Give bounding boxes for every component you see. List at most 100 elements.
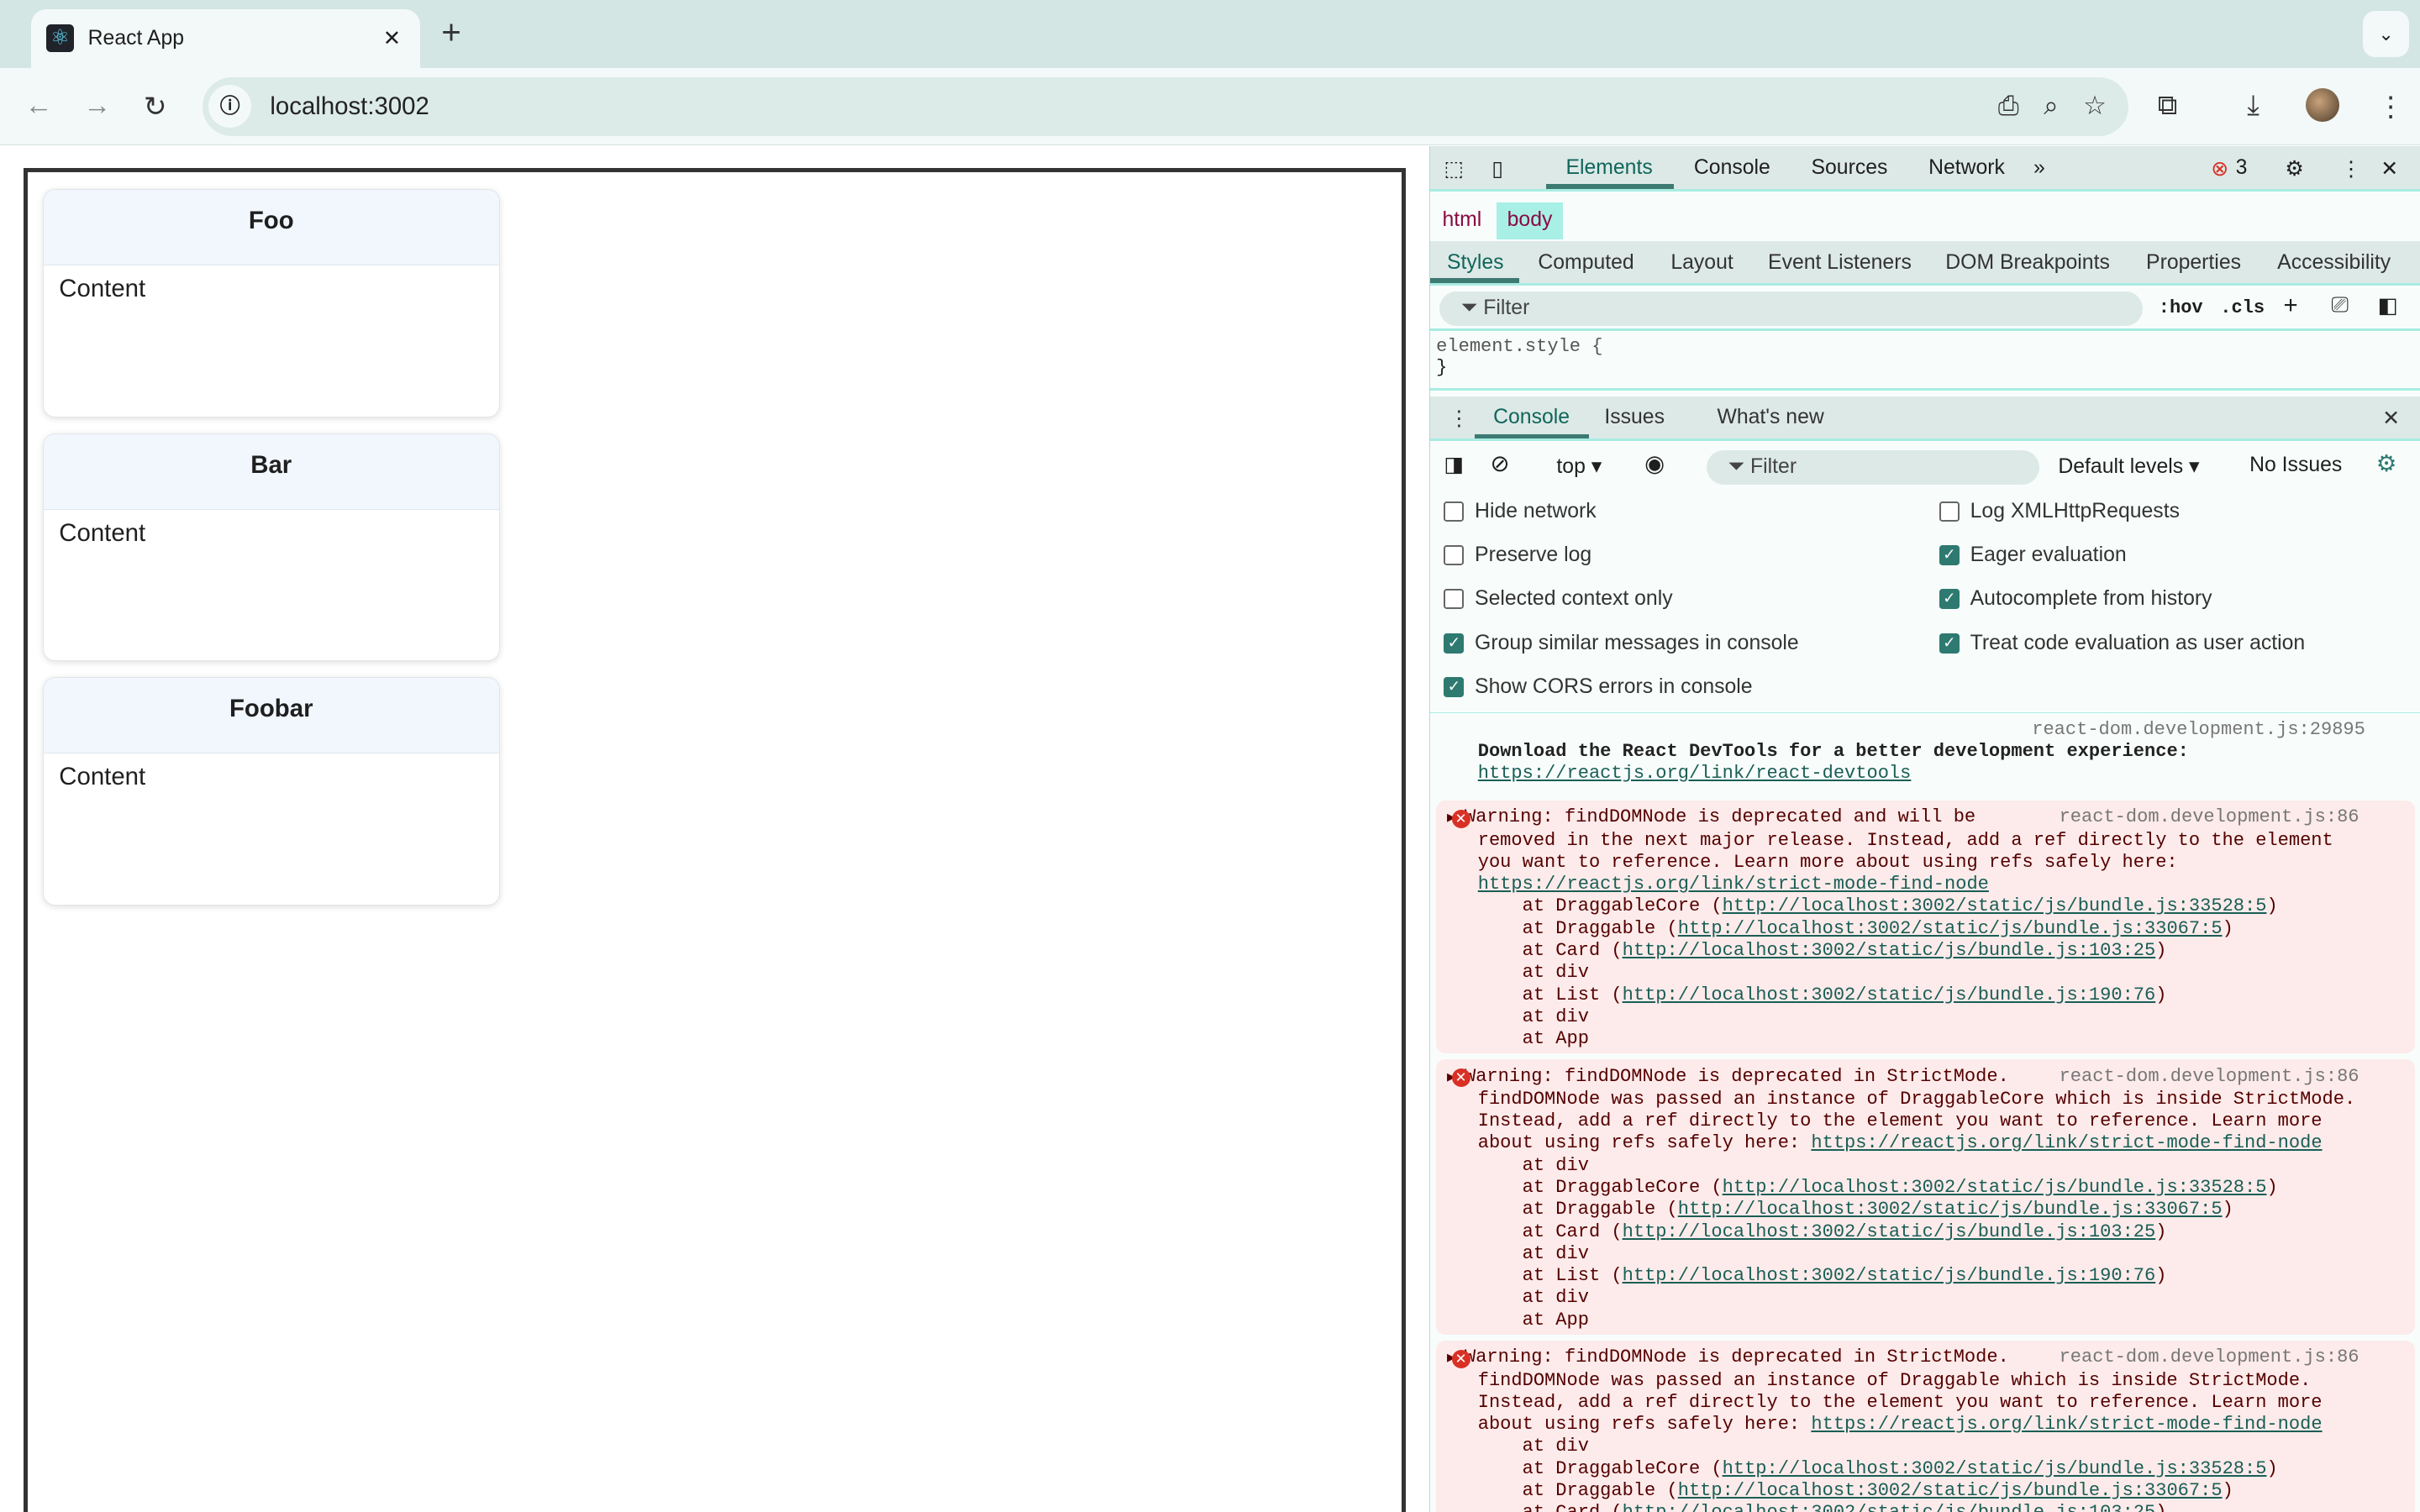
issues-count[interactable]: No Issues <box>2249 454 2342 477</box>
drawer-tab-whats-new[interactable]: What's new <box>1717 406 1823 429</box>
menu-icon[interactable]: ⋮ <box>2377 90 2405 123</box>
device-toolbar-icon[interactable]: ▯ <box>1491 156 1503 181</box>
star-icon[interactable]: ☆ <box>2083 91 2107 122</box>
card[interactable]: Foo Content <box>42 189 500 418</box>
console-error-message[interactable]: ✕ react-dom.development.js:86 ▶ Warning: fi… <box>1436 801 2415 1053</box>
new-tab-icon[interactable]: + <box>441 13 461 52</box>
close-tab-icon[interactable]: ✕ <box>380 26 404 51</box>
avatar[interactable] <box>2306 87 2340 123</box>
sidebar-icon[interactable]: ◨ <box>1444 452 1463 477</box>
eye-icon[interactable]: ◉ <box>1644 450 1665 477</box>
tab-styles[interactable]: Styles <box>1447 251 1503 275</box>
stack-link[interactable]: http://localhost:3002/static/js/bundle.j… <box>1623 984 2156 1005</box>
reload-icon[interactable]: ↻ <box>144 90 167 123</box>
console-option[interactable]: Log XMLHttpRequests <box>1939 500 2180 523</box>
close-drawer-icon[interactable]: ✕ <box>2382 406 2400 431</box>
tab-properties[interactable]: Properties <box>2146 251 2241 275</box>
checkbox[interactable]: ✓ <box>1939 545 1960 566</box>
stack-link[interactable]: http://localhost:3002/static/js/bundle.j… <box>1623 1221 2156 1242</box>
address-bar[interactable]: ⓘ localhost:3002 ⎙ ⌕ ☆ <box>202 76 2128 136</box>
sidebar-toggle-icon[interactable]: ◧ <box>2378 293 2398 318</box>
hov-button[interactable]: :hov <box>2159 297 2203 318</box>
styles-filter-input[interactable]: ⏷ Filter <box>1439 291 2144 326</box>
console-error-message[interactable]: ✕ react-dom.development.js:86 ▶ Warning: fi… <box>1436 1340 2415 1512</box>
card[interactable]: Bar Content <box>42 433 500 662</box>
console-link[interactable]: https://reactjs.org/link/strict-mode-fin… <box>1811 1414 2322 1435</box>
forward-icon[interactable]: → <box>83 90 111 122</box>
tab-console[interactable]: Console <box>1694 156 1770 180</box>
chevron-down-icon[interactable]: ⌄ <box>2363 10 2410 57</box>
drawer-tab-issues[interactable]: Issues <box>1604 406 1665 429</box>
console-option[interactable]: ✓ Treat code evaluation as user action <box>1939 632 2305 655</box>
stack-link[interactable]: http://localhost:3002/static/js/bundle.j… <box>1678 918 2223 939</box>
back-icon[interactable]: ← <box>24 90 52 122</box>
log-levels-select[interactable]: Default levels ▾ <box>2058 454 2199 479</box>
console-link[interactable]: https://reactjs.org/link/strict-mode-fin… <box>1478 874 1989 895</box>
stack-link[interactable]: http://localhost:3002/static/js/bundle.j… <box>1623 1502 2156 1512</box>
checkbox[interactable]: ✓ <box>1444 676 1465 697</box>
console-option[interactable]: ✓ Autocomplete from history <box>1939 587 2212 611</box>
new-rule-icon[interactable]: + <box>2284 291 2298 320</box>
checkbox[interactable]: ✓ <box>1939 633 1960 654</box>
tab-event-listeners[interactable]: Event Listeners <box>1768 251 1912 275</box>
console-option[interactable]: Preserve log <box>1444 543 1591 567</box>
tab-dom-breakpoints[interactable]: DOM Breakpoints <box>1945 251 2110 275</box>
card-title[interactable]: Bar <box>43 433 499 510</box>
checkbox[interactable]: ✓ <box>1939 589 1960 610</box>
error-icon[interactable]: ⊗ <box>2211 156 2228 181</box>
stack-link[interactable]: http://localhost:3002/static/js/bundle.j… <box>1678 1480 2223 1501</box>
paint-brush-icon[interactable]: ⎚ <box>2331 293 2349 318</box>
checkbox[interactable] <box>1939 501 1960 522</box>
extensions-icon[interactable]: ⧉ <box>2158 90 2178 122</box>
download-icon[interactable]: ⤓ <box>2247 90 2260 122</box>
clear-console-icon[interactable]: ⊘ <box>1490 450 1509 477</box>
browser-tab[interactable]: ⚛ React App ✕ <box>30 9 420 68</box>
console-error-message[interactable]: ✕ react-dom.development.js:86 ▶ Warning: fi… <box>1436 1059 2415 1335</box>
console-settings-icon[interactable]: ⚙ <box>2376 450 2397 477</box>
checkbox[interactable] <box>1444 589 1465 610</box>
cls-button[interactable]: .cls <box>2220 297 2265 318</box>
stack-link[interactable]: http://localhost:3002/static/js/bundle.j… <box>1623 1265 2156 1286</box>
url-text[interactable]: localhost:3002 <box>270 92 429 121</box>
more-options-icon[interactable]: ⋮ <box>2340 156 2361 181</box>
tab-computed[interactable]: Computed <box>1538 251 1634 275</box>
tab-accessibility[interactable]: Accessibility <box>2277 251 2391 275</box>
site-info-icon[interactable]: ⓘ <box>208 85 252 129</box>
stack-link[interactable]: http://localhost:3002/static/js/bundle.j… <box>1678 1199 2223 1220</box>
tab-sources[interactable]: Sources <box>1811 156 1887 180</box>
console-option[interactable]: ✓ Eager evaluation <box>1939 543 2127 567</box>
tab-network[interactable]: Network <box>1928 156 2005 180</box>
close-icon[interactable]: ✕ <box>2381 156 2398 181</box>
checkbox[interactable]: ✓ <box>1444 633 1465 654</box>
install-icon[interactable]: ⎙ <box>1998 91 2019 122</box>
more-tabs-icon[interactable]: » <box>2033 156 2045 180</box>
console-option[interactable]: Selected context only <box>1444 587 1673 611</box>
checkbox[interactable] <box>1444 545 1465 566</box>
inspect-element-icon[interactable]: ⬚ <box>1444 156 1463 181</box>
console-option[interactable]: Hide network <box>1444 500 1597 523</box>
console-option[interactable]: ✓ Show CORS errors in console <box>1444 675 1753 699</box>
card-title[interactable]: Foobar <box>43 677 499 753</box>
checkbox[interactable] <box>1444 501 1465 522</box>
drawer-tab-console[interactable]: Console <box>1493 406 1570 429</box>
tab-elements[interactable]: Elements <box>1565 156 1652 180</box>
stack-link[interactable]: http://localhost:3002/static/js/bundle.j… <box>1723 895 2267 916</box>
card[interactable]: Foobar Content <box>42 676 500 906</box>
console-filter-input[interactable]: ⏷ Filter <box>1706 450 2040 485</box>
console-link[interactable]: https://reactjs.org/link/react-devtools <box>1478 763 1912 784</box>
tab-layout[interactable]: Layout <box>1670 251 1733 275</box>
console-option[interactable]: ✓ Group similar messages in console <box>1444 632 1799 655</box>
gear-icon[interactable]: ⚙ <box>2285 156 2303 181</box>
error-count[interactable]: 3 <box>2236 156 2248 180</box>
console-link[interactable]: https://reactjs.org/link/strict-mode-fin… <box>1811 1132 2322 1153</box>
zoom-icon[interactable]: ⌕ <box>2044 91 2058 122</box>
stack-link[interactable]: http://localhost:3002/static/js/bundle.j… <box>1623 940 2156 961</box>
stack-link[interactable]: http://localhost:3002/static/js/bundle.j… <box>1723 1458 2267 1479</box>
breadcrumb-html[interactable]: html <box>1443 208 1482 232</box>
source-link[interactable]: react-dom.development.js:86 <box>2060 806 2360 828</box>
stack-link[interactable]: http://localhost:3002/static/js/bundle.j… <box>1723 1177 2267 1198</box>
breadcrumb-body[interactable]: body <box>1496 202 1564 239</box>
context-select[interactable]: top ▾ <box>1556 454 1602 479</box>
card-title[interactable]: Foo <box>43 190 499 266</box>
source-link[interactable]: react-dom.development.js:86 <box>2060 1066 2360 1088</box>
